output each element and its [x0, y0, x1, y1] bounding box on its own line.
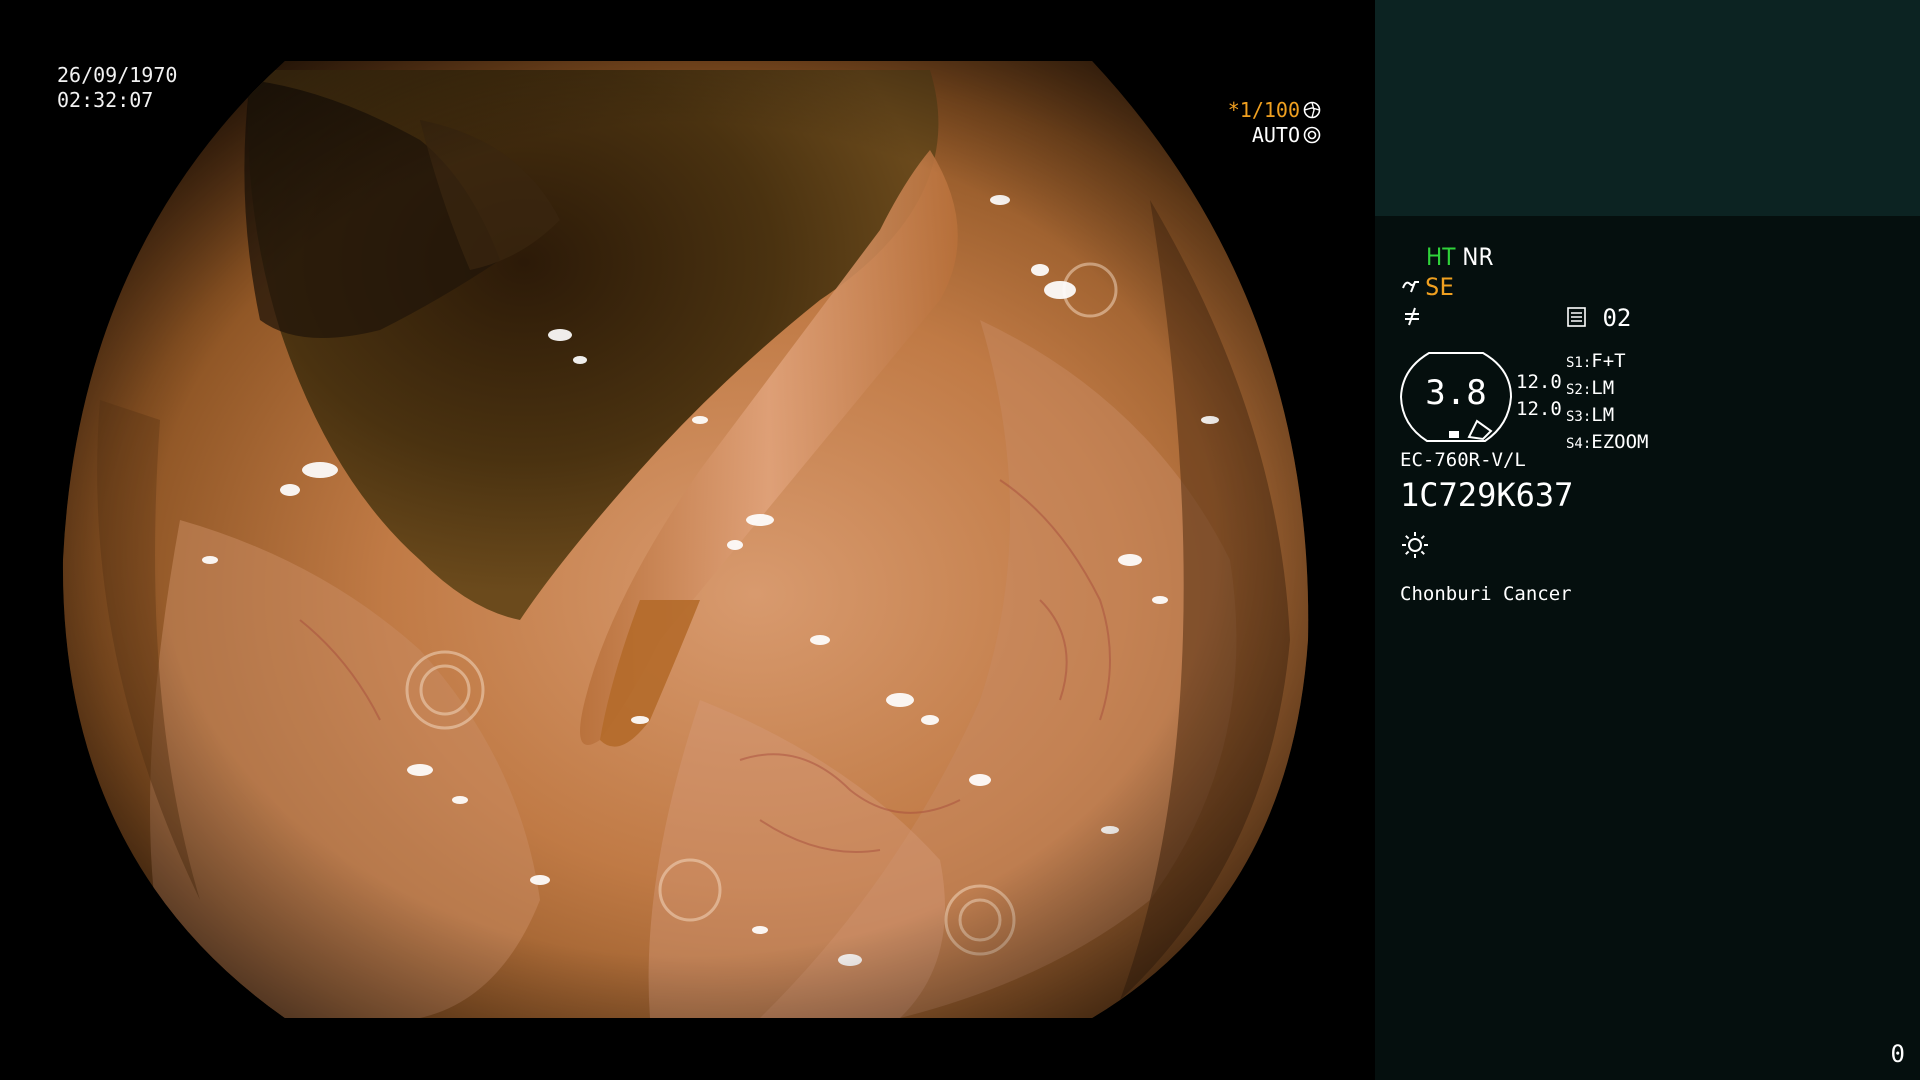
scale-value: 3.8	[1425, 373, 1487, 413]
switch-key: S4:	[1566, 436, 1592, 452]
switch-value: EZOOM	[1591, 431, 1649, 453]
exposure-readout: *1/100 AUTO	[1228, 98, 1321, 148]
sun-light-icon	[1402, 532, 1428, 558]
scale-readouts: 12.0 12.0	[1516, 369, 1562, 423]
image-enhancement-status: HT NR	[1426, 243, 1493, 271]
frame-counter: 0	[1890, 1040, 1905, 1068]
scope-model: EC-760R-V/L	[1400, 449, 1526, 471]
switch-value: F+T	[1591, 350, 1626, 372]
se-indicator: SE	[1425, 273, 1454, 301]
switch-key: S3:	[1566, 409, 1592, 425]
info-panel: HT NR SE 02 3.8 12.0 12.0 S1:F+T S2:LM S…	[1375, 0, 1920, 1080]
iris-icon	[1303, 126, 1321, 144]
switch-key: S1:	[1566, 355, 1592, 371]
aperture-icon	[1303, 101, 1321, 119]
scale-upper-text: 12.0	[1516, 371, 1562, 393]
shutter-speed-text: *1/100	[1227, 98, 1300, 122]
store-number-text: 02	[1602, 304, 1632, 332]
date-text: 26/09/1970	[57, 63, 178, 87]
scale-lower-text: 12.0	[1516, 398, 1562, 420]
switch-value: LM	[1591, 404, 1615, 426]
panel-header-area	[1375, 0, 1920, 216]
switch-value: LM	[1591, 377, 1615, 399]
switch-key: S2:	[1566, 382, 1592, 398]
datetime-readout: 26/09/1970 02:32:07	[57, 63, 177, 113]
nr-indicator: NR	[1462, 243, 1494, 271]
endoscope-viewport: 26/09/1970 02:32:07 *1/100 AUTO	[0, 0, 1373, 1080]
switch-assignments: S1:F+T S2:LM S3:LM S4:EZOOM	[1566, 349, 1649, 457]
time-text: 02:32:07	[57, 88, 154, 112]
mode-slash-icon	[1401, 305, 1423, 333]
memory-store: 02	[1566, 304, 1631, 332]
institution-name: Chonburi Cancer	[1400, 583, 1572, 605]
iris-mode-text: AUTO	[1251, 123, 1300, 147]
endoscopic-image	[62, 61, 1309, 1018]
scope-serial: 1C729K637	[1400, 476, 1574, 514]
se-status: SE	[1401, 273, 1454, 301]
ht-indicator: HT	[1426, 243, 1456, 271]
memory-card-icon	[1567, 307, 1586, 327]
enhance-wave-icon	[1402, 281, 1419, 293]
